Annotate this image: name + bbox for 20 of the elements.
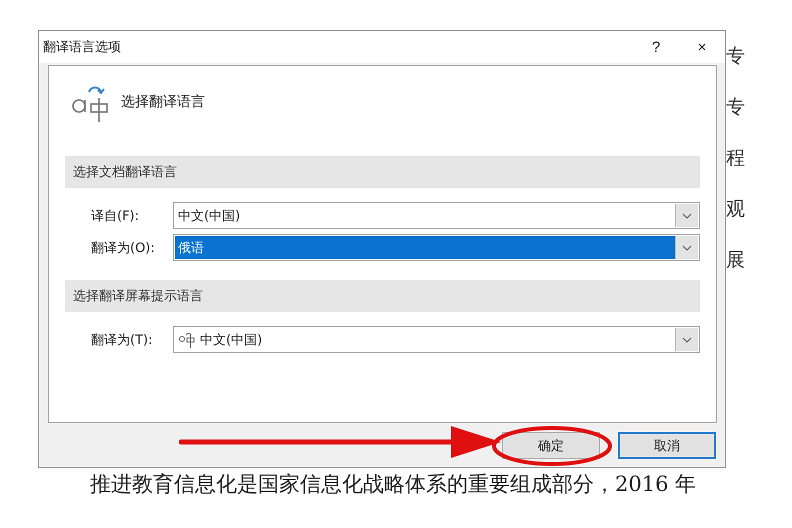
field-label: 翻译为(T):	[90, 332, 154, 348]
document-paragraph: 推进教育信息化是国家信息化战略体系的重要组成部分，2016 年	[90, 471, 696, 498]
document-text: 专	[726, 95, 745, 119]
document-text: 展	[726, 248, 745, 272]
help-button[interactable]: ?	[633, 31, 679, 63]
field-label: 翻译为(O):	[90, 240, 156, 256]
dialog-button[interactable]: 取消	[618, 432, 716, 459]
section-header: 选择翻译屏幕提示语言	[65, 280, 700, 312]
document-text: 专	[726, 44, 745, 68]
section-header: 选择文档翻译语言	[65, 156, 700, 188]
language-dropdown[interactable]: 中文(中国)	[173, 326, 700, 353]
language-dropdown[interactable]: 俄语	[173, 234, 700, 261]
document-text: 观	[726, 197, 745, 221]
window-title: 翻译语言选项	[43, 39, 122, 56]
dialog-heading: 选择翻译语言	[121, 93, 205, 111]
dialog-button[interactable]: 确定	[502, 432, 600, 459]
field-label: 译自(F):	[90, 208, 140, 224]
close-button[interactable]: ×	[679, 31, 725, 63]
document-text: 程	[726, 146, 745, 170]
language-dropdown[interactable]: 中文(中国)	[173, 202, 700, 229]
